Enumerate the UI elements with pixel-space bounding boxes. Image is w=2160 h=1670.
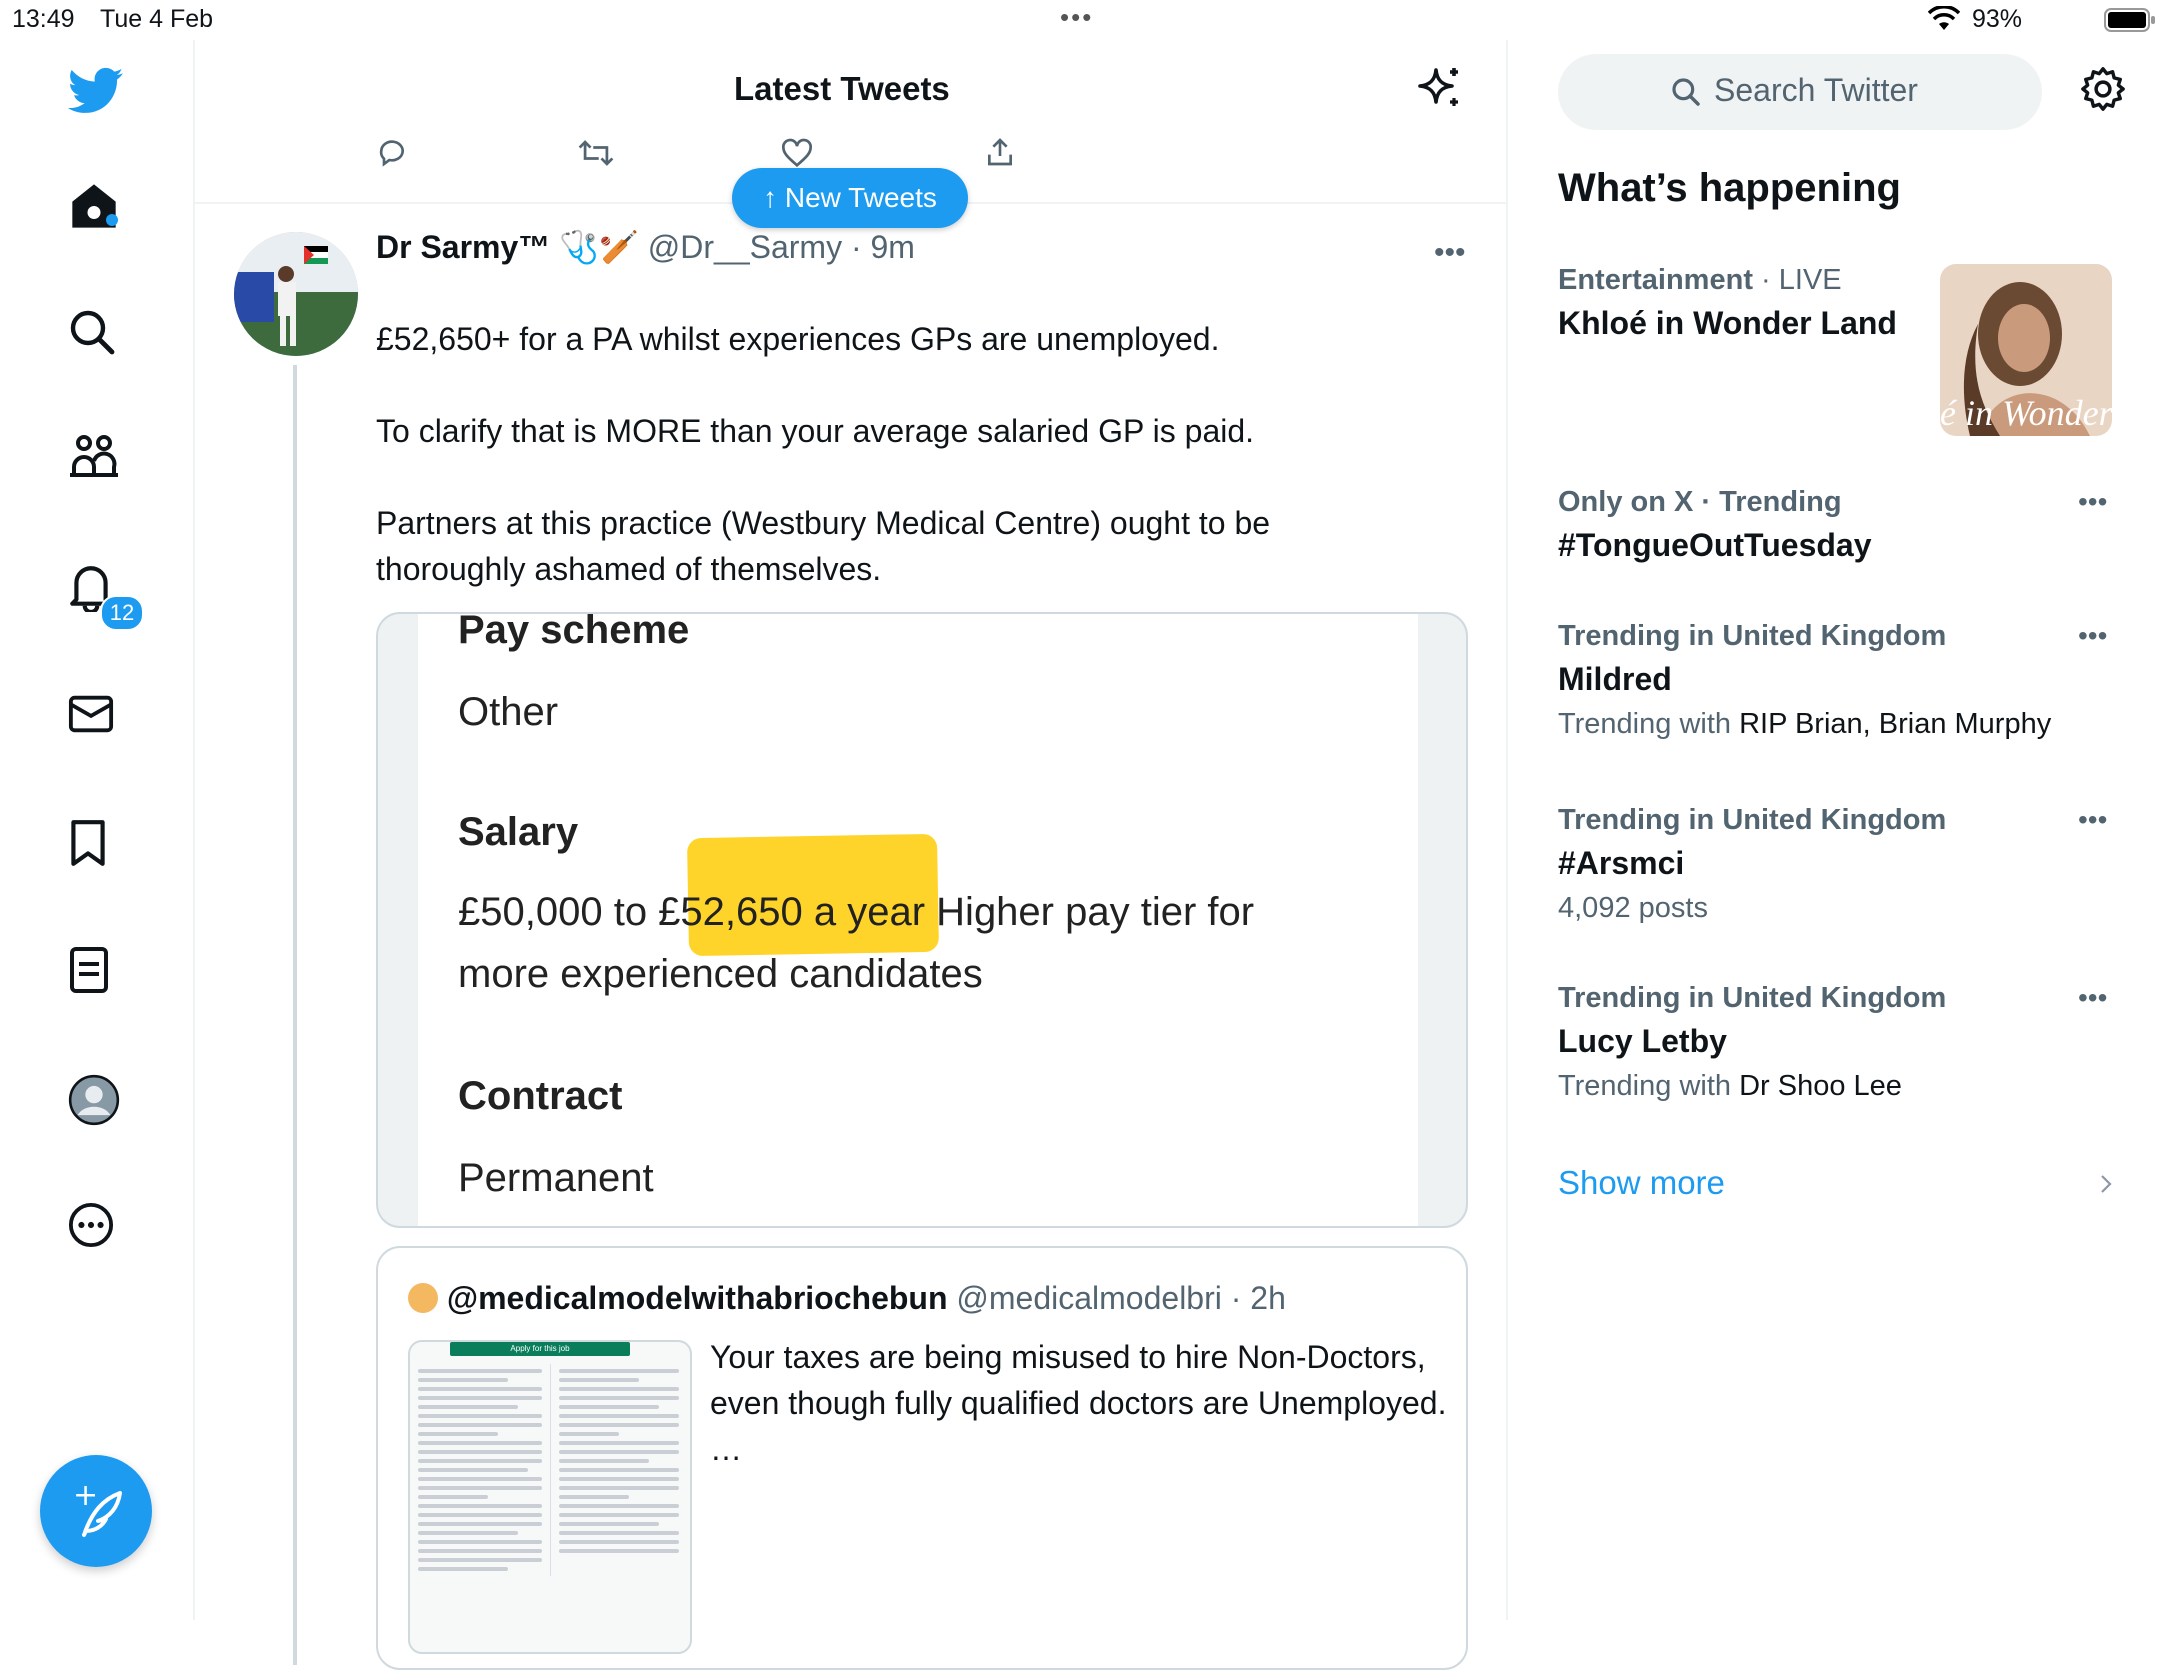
status-time: 13:49 [12,5,75,33]
settings-gear-icon[interactable] [2080,66,2126,112]
twitter-bird-icon[interactable] [68,66,124,122]
quoted-avatar [408,1283,438,1313]
right-sidebar: Search Twitter What’s happening Entertai… [1508,40,2160,1620]
status-date: Tue 4 Feb [100,5,214,33]
trend-thumbnail[interactable]: é in Wonder L [1940,264,2112,436]
quoted-tweet-text: Your taxes are being misused to hire Non… [710,1339,1447,1467]
author-avatar[interactable] [234,232,358,356]
wifi-icon [1928,6,1960,32]
search-input[interactable]: Search Twitter [1558,54,2042,130]
quoted-tweet-image: Apply for this job [408,1340,692,1654]
share-icon[interactable] [984,136,1016,168]
trend-context: Only on X · Trending [1558,486,1842,518]
salary-line-1: £50,000 to £52,650 a year Higher pay tie… [458,890,1255,934]
profile-avatar-icon[interactable] [68,1074,124,1130]
left-nav: 12 [0,40,195,1620]
trend-context: Trending in United Kingdom [1558,982,1947,1014]
pay-scheme-value: Other [458,690,559,734]
search-placeholder: Search Twitter [1714,72,1918,108]
author-name[interactable]: Dr Sarmy™ [376,229,550,265]
quoted-author-name: @medicalmodelwithabriochebun [446,1280,948,1316]
search-icon[interactable] [68,308,124,364]
compose-tweet-button[interactable]: + [40,1455,152,1567]
tweet-text: £52,650+ for a PA whilst experiences GPs… [376,321,1271,587]
trend-sub-prefix: Trending with [1558,708,1740,740]
author-emoji: 🩺🏏 [559,229,639,265]
new-tweets-button[interactable]: ↑ New Tweets [732,168,968,228]
tweet-more-icon[interactable]: ••• [1434,236,1466,270]
trend-item[interactable]: Entertainment · LIVE Khloé in Wonder Lan… [1558,264,1928,342]
trend-item[interactable]: Trending in United Kingdom Mildred Trend… [1558,620,2118,741]
trend-more-icon[interactable]: ••• [2078,620,2107,652]
tweet-media-image[interactable]: Pay scheme Other Salary £50,000 to £52,6… [376,612,1468,1228]
trend-item[interactable]: Trending in United Kingdom Lucy Letby Tr… [1558,982,2118,1103]
trend-more-icon[interactable]: ••• [2078,486,2107,518]
search-icon [1670,76,1702,108]
trend-context: Trending in United Kingdom [1558,620,1947,652]
trend-title: Khloé in Wonder Land [1558,305,1897,341]
trend-post-count: 4,092 posts [1558,892,1708,924]
battery-icon [2104,8,2156,32]
trend-sub-value: RIP Brian, Brian Murphy [1739,708,2052,740]
trend-more-icon[interactable]: ••• [2078,982,2107,1014]
trend-context: Trending in United Kingdom [1558,804,1947,836]
retweet-icon[interactable] [578,138,614,168]
multitasking-dots[interactable]: ••• [1060,2,1093,33]
compose-feather-icon: + [73,1478,122,1537]
home-icon[interactable] [68,180,124,236]
quoted-time: · 2h [1230,1280,1286,1316]
sparkle-icon[interactable] [1416,64,1464,112]
trend-sub-value: Dr Shoo Lee [1739,1070,1902,1102]
thumbnail-caption: é in Wonder L [1940,393,2112,433]
tweet-time[interactable]: · 9m [851,229,915,265]
trend-sub-prefix: Trending with [1558,1070,1740,1102]
trend-title: #TongueOutTuesday [1558,527,1872,563]
home-unread-dot [106,214,118,226]
lists-icon[interactable] [68,946,124,1002]
chevron-right-icon[interactable] [2098,1172,2114,1196]
show-more-link[interactable]: Show more [1558,1164,1725,1202]
page-title: Latest Tweets [734,70,950,107]
salary-line-2: more experienced candidates [458,952,983,996]
trend-title: #Arsmci [1558,845,1685,881]
status-bar: 13:49 Tue 4 Feb ••• 93% [0,0,2160,40]
tweet-author-line[interactable]: Dr Sarmy™ 🩺🏏 @Dr__Sarmy · 9m [376,228,915,266]
pay-scheme-label: Pay scheme [458,612,690,652]
author-handle[interactable]: @Dr__Sarmy [648,229,842,265]
more-circle-icon[interactable] [68,1202,124,1258]
trend-title: Mildred [1558,661,1672,697]
messages-envelope-icon[interactable] [68,694,124,750]
trend-item[interactable]: Only on X · Trending #TongueOutTuesday [1558,486,2118,564]
bookmarks-icon[interactable] [68,818,124,874]
whats-happening-heading: What’s happening [1558,166,1901,210]
quoted-author-handle: @medicalmodelbri [956,1280,1222,1316]
contract-value: Permanent [458,1156,654,1200]
main-timeline: Latest Tweets ↑ New Tweets Dr Sarmy™ 🩺🏏 … [194,40,1508,1670]
svg-text:+: + [73,1478,98,1513]
reply-icon[interactable] [376,136,408,168]
like-heart-icon[interactable] [780,138,814,168]
salary-label: Salary [458,810,579,854]
trend-title: Lucy Letby [1558,1023,1727,1059]
job-listing-screenshot: Pay scheme Other Salary £50,000 to £52,6… [418,614,1418,1226]
contract-label: Contract [458,1074,623,1118]
trend-live: · LIVE [1752,264,1842,296]
image-header: Apply for this job [450,1342,630,1356]
trend-item[interactable]: Trending in United Kingdom #Arsmci 4,092… [1558,804,2118,925]
thread-line [293,365,297,1665]
quoted-tweet[interactable]: @medicalmodelwithabriochebun @medicalmod… [376,1246,1468,1670]
trend-context: Entertainment [1558,264,1753,296]
communities-icon[interactable] [68,434,124,490]
notifications-badge: 12 [100,595,144,631]
trend-more-icon[interactable]: ••• [2078,804,2107,836]
quoted-author-line: @medicalmodelwithabriochebun @medicalmod… [408,1280,1286,1317]
battery-percent: 93% [1972,5,2023,33]
